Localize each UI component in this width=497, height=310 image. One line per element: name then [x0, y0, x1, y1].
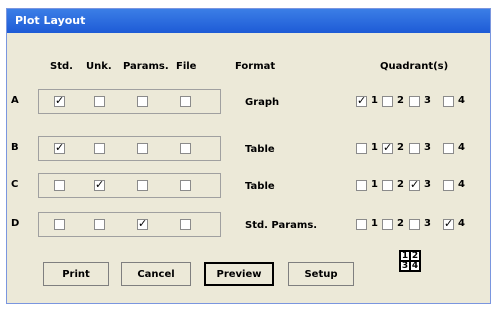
quadrant-number: 3 [424, 142, 431, 153]
quad-icon-cell: 2 [410, 251, 420, 261]
quadrant-number: 2 [397, 142, 404, 153]
quadrant-number: 4 [458, 218, 465, 229]
quadrant-number: 3 [424, 95, 431, 106]
cancel-button[interactable]: Cancel [121, 262, 191, 286]
format-label: Table [245, 144, 275, 155]
header-format: Format [235, 61, 276, 72]
checkbox-unk[interactable] [94, 178, 105, 191]
quadrant-number: 3 [424, 218, 431, 229]
row-options-box [38, 173, 221, 198]
title-bar: Plot Layout [7, 9, 490, 33]
checkbox-params[interactable] [137, 217, 148, 230]
format-label: Graph [245, 97, 280, 108]
quadrant-number: 1 [371, 179, 378, 190]
header-std: Std. [50, 61, 73, 72]
quadrant-number: 1 [371, 142, 378, 153]
checkbox-file[interactable] [180, 180, 191, 191]
checkbox-unk[interactable] [94, 96, 105, 107]
quadrant-number: 1 [371, 218, 378, 229]
quadrant-checkbox[interactable] [356, 143, 367, 154]
print-button[interactable]: Print [43, 262, 109, 286]
quadrant-checkbox[interactable] [382, 96, 393, 107]
row-label: C [11, 179, 19, 190]
quadrant-checkbox[interactable] [356, 219, 367, 230]
checkbox-std[interactable] [54, 219, 65, 230]
row-label: D [11, 218, 20, 229]
row-options-box [38, 89, 221, 114]
quad-icon-cell: 4 [410, 261, 420, 271]
quadrant-checkbox[interactable] [382, 180, 393, 191]
quadrant-checkbox[interactable] [356, 180, 367, 191]
checkbox-params[interactable] [137, 96, 148, 107]
checkbox-file[interactable] [180, 96, 191, 107]
row-label: B [11, 142, 19, 153]
quadrant-number: 3 [424, 179, 431, 190]
quadrant-number: 4 [458, 179, 465, 190]
checkbox-std[interactable] [54, 141, 65, 154]
quadrant-checkbox[interactable] [409, 219, 420, 230]
row-options-box [38, 136, 221, 161]
setup-button[interactable]: Setup [288, 262, 354, 286]
quadrant-number: 4 [458, 142, 465, 153]
checkbox-unk[interactable] [94, 219, 105, 230]
row-label: A [11, 95, 19, 106]
quadrant-checkbox[interactable] [443, 143, 454, 154]
quadrant-checkbox[interactable] [382, 141, 393, 154]
plot-layout-dialog: Plot Layout Std. Unk. Params. File Forma… [6, 8, 491, 304]
quadrant-checkbox[interactable] [443, 180, 454, 191]
format-label: Std. Params. [245, 220, 318, 231]
quadrant-number: 2 [397, 179, 404, 190]
header-params: Params. [123, 61, 169, 72]
header-unk: Unk. [86, 61, 112, 72]
quadrant-checkbox[interactable] [409, 178, 420, 191]
quadrant-number: 1 [371, 95, 378, 106]
quad-icon-cell: 1 [400, 251, 410, 261]
quadrant-checkbox[interactable] [356, 94, 367, 107]
quadrant-checkbox[interactable] [443, 96, 454, 107]
quadrant-number: 2 [397, 95, 404, 106]
row-options-box [38, 212, 221, 237]
quadrant-number: 4 [458, 95, 465, 106]
checkbox-std[interactable] [54, 94, 65, 107]
checkbox-file[interactable] [180, 143, 191, 154]
header-quadrants: Quadrant(s) [380, 61, 449, 72]
quadrant-checkbox[interactable] [409, 96, 420, 107]
checkbox-params[interactable] [137, 180, 148, 191]
checkbox-params[interactable] [137, 143, 148, 154]
quadrant-number: 2 [397, 218, 404, 229]
preview-button[interactable]: Preview [204, 262, 274, 286]
quad-icon-cell: 3 [400, 261, 410, 271]
quadrant-checkbox[interactable] [382, 219, 393, 230]
quadrant-checkbox[interactable] [443, 217, 454, 230]
checkbox-file[interactable] [180, 219, 191, 230]
header-file: File [176, 61, 197, 72]
dialog-title: Plot Layout [15, 14, 86, 27]
checkbox-std[interactable] [54, 180, 65, 191]
quadrant-checkbox[interactable] [409, 143, 420, 154]
format-label: Table [245, 181, 275, 192]
checkbox-unk[interactable] [94, 143, 105, 154]
quadrant-layout-icon: 1 2 3 4 [399, 250, 421, 272]
